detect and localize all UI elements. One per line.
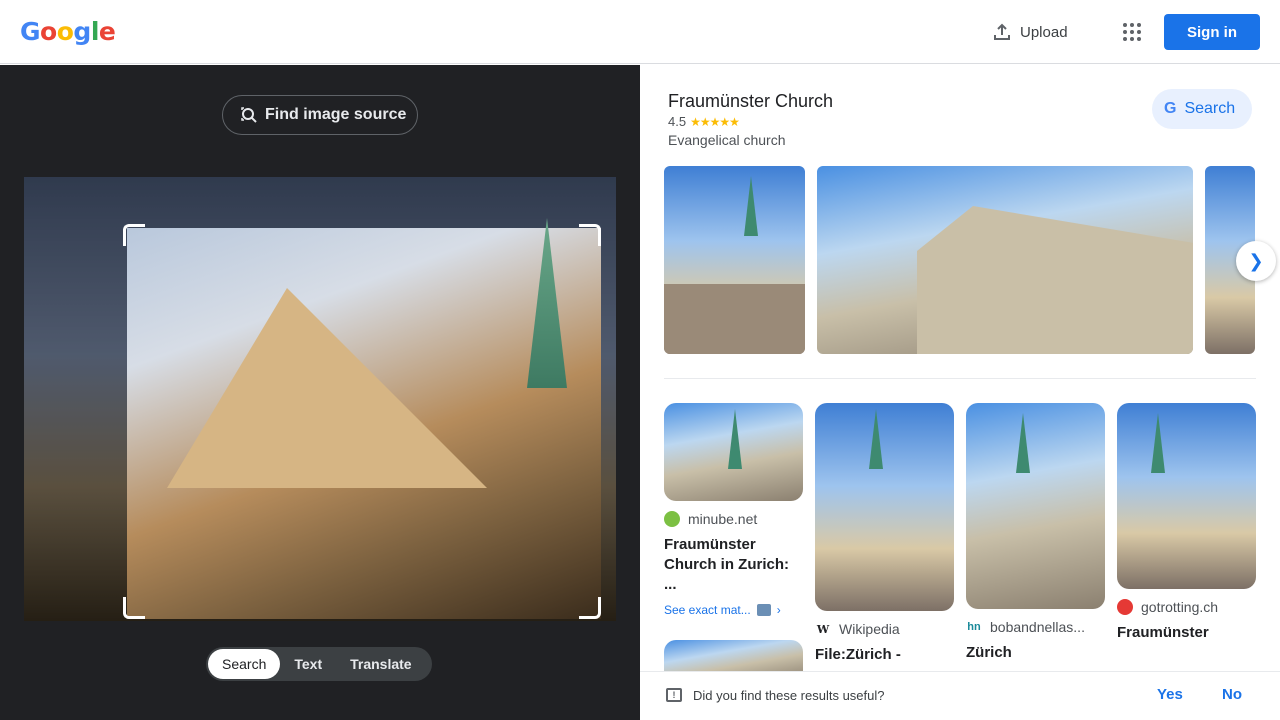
feedback-yes-button[interactable]: Yes (1157, 686, 1183, 703)
result-thumbnail[interactable] (815, 403, 954, 611)
church-facade-shape (167, 288, 487, 488)
result-source[interactable]: minube.net (664, 511, 803, 527)
next-arrow-button[interactable]: ❯ (1236, 241, 1276, 281)
building-shape (917, 206, 1193, 354)
section-divider (664, 378, 1256, 379)
exact-match-label: See exact mat... (664, 603, 751, 617)
crop-handle-top-right[interactable] (579, 224, 601, 246)
gotrotting-favicon-icon (1117, 599, 1133, 615)
spire-shape (728, 409, 742, 469)
mode-tab-search[interactable]: Search (208, 649, 281, 679)
entity-image[interactable] (664, 166, 805, 354)
result-title[interactable]: Fraumünster Church in Zurich: ... (664, 535, 803, 595)
star-rating-icon: ★★★★★ (690, 114, 740, 129)
logo-letter: o (40, 17, 57, 46)
upload-label: Upload (1020, 23, 1068, 41)
top-bar: Google Upload Sign in (0, 0, 1280, 64)
result-source[interactable]: W Wikipedia (815, 621, 954, 637)
logo-letter: g (73, 17, 91, 46)
crop-handle-bottom-left[interactable] (123, 597, 145, 619)
entity-title[interactable]: Fraumünster Church (668, 91, 833, 112)
logo-letter: l (90, 17, 100, 46)
crop-selection[interactable] (127, 218, 601, 619)
mode-tab-translate[interactable]: Translate (336, 649, 425, 679)
building-shape (664, 284, 805, 354)
upload-icon (994, 23, 1010, 40)
crop-handle-top-left[interactable] (123, 224, 145, 246)
result-thumbnail[interactable] (966, 403, 1105, 609)
source-label: gotrotting.ch (1141, 599, 1219, 615)
visual-match-card[interactable]: hn bobandnellas... Zürich (966, 403, 1105, 663)
wikipedia-favicon-icon: W (816, 622, 830, 636)
church-spire-shape (527, 218, 567, 388)
source-label: minube.net (688, 511, 758, 527)
google-search-button[interactable]: G Search (1152, 89, 1252, 129)
mode-switcher: Search Text Translate (206, 647, 432, 681)
spire-shape (869, 409, 883, 469)
bobandnellas-favicon-icon: hn (967, 621, 981, 633)
see-exact-matches-link[interactable]: See exact mat... › (664, 603, 803, 617)
source-label: Wikipedia (839, 621, 900, 637)
mode-tab-text[interactable]: Text (280, 649, 336, 679)
image-viewer-panel: Find image source Search Text Translate (0, 65, 640, 720)
crop-handle-bottom-right[interactable] (579, 597, 601, 619)
google-g-icon: G (1164, 100, 1177, 117)
apps-grid-icon[interactable] (1120, 20, 1144, 44)
upload-button[interactable]: Upload (992, 20, 1068, 44)
find-image-source-button[interactable]: Find image source (222, 95, 418, 135)
find-image-source-label: Find image source (265, 106, 407, 123)
logo-letter: G (20, 17, 41, 46)
spire-shape (1151, 413, 1165, 473)
result-thumbnail[interactable] (1117, 403, 1256, 589)
visual-match-card[interactable]: gotrotting.ch Fraumünster (1117, 403, 1256, 643)
results-panel: Fraumünster Church 4.5 ★★★★★ Evangelical… (640, 65, 1280, 720)
result-thumbnail[interactable] (664, 403, 803, 501)
entity-rating: 4.5 ★★★★★ (668, 114, 740, 129)
result-title[interactable]: File:Zürich - (815, 645, 954, 665)
feedback-no-button[interactable]: No (1222, 686, 1242, 703)
image-stack-icon (756, 604, 771, 616)
chevron-right-icon: › (776, 603, 781, 617)
chevron-right-icon: ❯ (1248, 250, 1264, 271)
spire-shape (744, 176, 758, 236)
logo-letter: o (56, 17, 74, 46)
entity-subtitle: Evangelical church (668, 132, 786, 148)
lens-search-icon (241, 107, 257, 123)
entity-image[interactable] (817, 166, 1193, 354)
search-label: Search (1184, 100, 1236, 117)
logo-letter: e (98, 17, 116, 46)
source-label: bobandnellas... (990, 619, 1085, 635)
result-title[interactable]: Fraumünster (1117, 623, 1256, 643)
visual-match-card[interactable]: W Wikipedia File:Zürich - (815, 403, 954, 665)
result-title[interactable]: Zürich (966, 643, 1105, 663)
google-logo[interactable]: Google (20, 17, 116, 46)
query-image[interactable] (24, 177, 616, 621)
feedback-question: Did you find these results useful? (693, 688, 885, 703)
sign-in-button[interactable]: Sign in (1164, 14, 1260, 50)
result-source[interactable]: hn bobandnellas... (966, 619, 1105, 635)
result-source[interactable]: gotrotting.ch (1117, 599, 1256, 615)
rating-value: 4.5 (668, 114, 687, 129)
minube-favicon-icon (664, 511, 680, 527)
visual-match-card[interactable]: minube.net Fraumünster Church in Zurich:… (664, 403, 803, 617)
feedback-bar: ! Did you find these results useful? Yes… (640, 671, 1280, 720)
spire-shape (1016, 413, 1030, 473)
feedback-icon: ! (666, 688, 682, 702)
